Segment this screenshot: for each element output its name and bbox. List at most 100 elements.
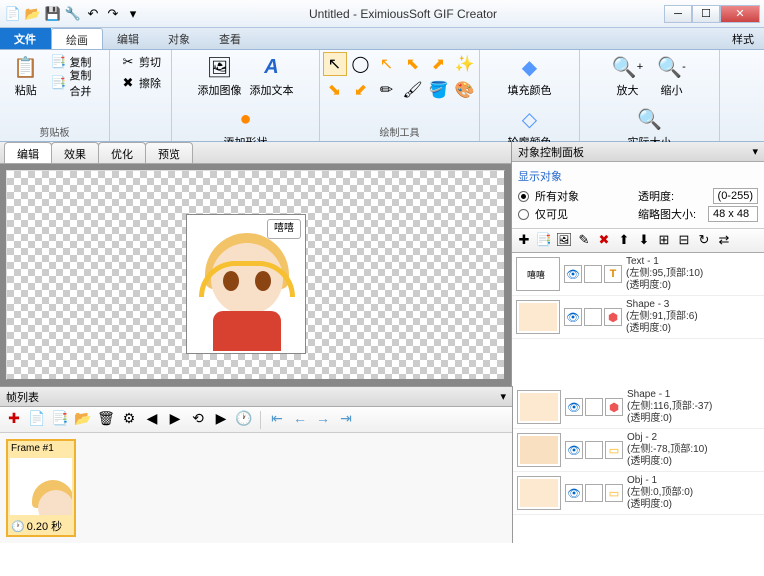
frame-del-icon[interactable]: 🗑 [96, 410, 116, 430]
visibility-toggle[interactable]: 👁 [565, 484, 583, 502]
fill-color-button[interactable]: ◆填充颜色 [506, 52, 554, 100]
frame-1-time: 🕐0.20 秒 [8, 517, 74, 535]
obj-edit-icon[interactable]: ✎ [575, 232, 593, 250]
close-button[interactable]: ✕ [720, 5, 760, 23]
cut-button[interactable]: ✂剪切 [117, 52, 164, 72]
ribbon-group-cut: ✂剪切 ✖擦除 [110, 50, 172, 141]
etab-effect[interactable]: 效果 [51, 142, 99, 163]
zoom-in-button[interactable]: 🔍+放大 [608, 52, 648, 100]
obj-back-icon[interactable]: ⬇ [635, 232, 653, 250]
frame-1[interactable]: Frame #1 🕐0.20 秒 [6, 439, 76, 537]
panel-dropdown-icon[interactable]: ▾ [752, 145, 758, 158]
ribbon-group-drawtools: ↖ ◯ ↖ ⬉ ⬈ ✨ ⬊ ⬋ ✏ 🖌 🪣 🎨 绘制工具 [320, 50, 480, 141]
obj-ungroup-icon[interactable]: ⊟ [675, 232, 693, 250]
frame-prop-icon[interactable]: ⚙ [119, 410, 139, 430]
erase-button[interactable]: ✖擦除 [117, 73, 164, 93]
frame-add-icon[interactable]: ✚ [4, 410, 24, 430]
redo-icon[interactable]: ↷ [104, 5, 122, 23]
ribbon: 📋粘贴 📑复制 📑复制合并 剪贴板 ✂剪切 ✖擦除 🖼添加图像 A添加文本 ●添… [0, 50, 764, 142]
canvas[interactable]: 嘻嘻 [0, 164, 511, 386]
save-icon[interactable]: 💾 [44, 5, 62, 23]
etab-preview[interactable]: 预览 [145, 142, 193, 163]
tab-edit[interactable]: 编辑 [103, 28, 154, 49]
paste-button[interactable]: 📋粘贴 [6, 52, 45, 100]
speech-bubble[interactable]: 嘻嘻 [267, 219, 301, 239]
obj-rotate-icon[interactable]: ↻ [695, 232, 713, 250]
draw2-icon[interactable]: ⬋ [349, 78, 373, 102]
object-thumb: 嘻嘻 [516, 257, 560, 291]
visibility-toggle[interactable]: 👁 [565, 441, 583, 459]
lock-toggle[interactable] [585, 398, 603, 416]
obj-copy-icon[interactable]: 📑 [535, 232, 553, 250]
frame-play-icon[interactable]: ▶ [211, 410, 231, 430]
minimize-button[interactable]: ─ [664, 5, 692, 23]
opacity-input[interactable]: (0-255) [713, 188, 758, 204]
tab-file[interactable]: 文件 [0, 28, 51, 49]
frame-left-icon[interactable]: ◀ [142, 410, 162, 430]
lock-toggle[interactable] [584, 265, 602, 283]
radio-visible[interactable] [518, 209, 529, 220]
wand-tool-icon[interactable]: ✨ [453, 52, 477, 76]
object-item-2[interactable]: 👁⬢ Shape - 1(左侧:116,顶部:-37)(透明度:0) [513, 386, 764, 429]
object-item-1[interactable]: 👁⬢ Shape - 3(左侧:91,顶部:6)(透明度:0) [512, 296, 764, 339]
frames-dropdown-icon[interactable]: ▾ [500, 390, 506, 403]
lock-toggle[interactable] [585, 441, 603, 459]
frame-time-icon[interactable]: 🕐 [234, 410, 254, 430]
frame-rev-icon[interactable]: ⟲ [188, 410, 208, 430]
etab-optimize[interactable]: 优化 [98, 142, 146, 163]
new-icon[interactable]: 📄 [4, 5, 22, 23]
etab-edit[interactable]: 编辑 [4, 142, 52, 163]
arrow2-icon[interactable]: ⬉ [401, 52, 425, 76]
palette-tool-icon[interactable]: 🎨 [453, 78, 477, 102]
tab-draw[interactable]: 绘画 [51, 28, 103, 49]
qat-dropdown-icon[interactable]: ▾ [124, 5, 142, 23]
tab-object[interactable]: 对象 [154, 28, 205, 49]
fill-tool-icon[interactable]: 🪣 [427, 78, 451, 102]
object-thumb [517, 433, 561, 467]
artwork-image[interactable]: 嘻嘻 [186, 214, 306, 354]
add-image-button[interactable]: 🖼添加图像 [196, 52, 244, 100]
frame-insert-icon[interactable]: 📄 [27, 410, 47, 430]
brush-tool-icon[interactable]: 🖌 [401, 78, 425, 102]
tab-style[interactable]: 样式 [722, 28, 764, 49]
frame-first-icon[interactable]: ⇤ [267, 410, 287, 430]
thumbsize-select[interactable]: 48 x 48 [708, 206, 758, 222]
obj-front-icon[interactable]: ⬆ [615, 232, 633, 250]
pencil-tool-icon[interactable]: ✏ [375, 78, 399, 102]
visibility-toggle[interactable]: 👁 [564, 265, 582, 283]
radio-all[interactable] [518, 191, 529, 202]
type-icon: T [604, 265, 622, 283]
arrow1-icon[interactable]: ↖ [375, 52, 399, 76]
obj-flip-icon[interactable]: ⇄ [715, 232, 733, 250]
visibility-toggle[interactable]: 👁 [565, 398, 583, 416]
frame-folder-icon[interactable]: 📂 [73, 410, 93, 430]
open-icon[interactable]: 📂 [24, 5, 42, 23]
undo-icon[interactable]: ↶ [84, 5, 102, 23]
zoom-out-button[interactable]: 🔍-缩小 [652, 52, 692, 100]
lock-toggle[interactable] [585, 484, 603, 502]
tab-view[interactable]: 查看 [205, 28, 256, 49]
obj-new-icon[interactable]: ✚ [515, 232, 533, 250]
select-tool-icon[interactable]: ↖ [323, 52, 347, 76]
text-icon: A [259, 54, 285, 80]
arrow3-icon[interactable]: ⬈ [427, 52, 451, 76]
visibility-toggle[interactable]: 👁 [564, 308, 582, 326]
wizard-icon[interactable]: 🔧 [64, 5, 82, 23]
object-item-4[interactable]: 👁▭ Obj - 1(左侧:0,顶部:0)(透明度:0) [513, 472, 764, 515]
object-item-0[interactable]: 嘻嘻 👁T Text - 1(左侧:95,顶部:10)(透明度:0) [512, 253, 764, 296]
draw1-icon[interactable]: ⬊ [323, 78, 347, 102]
obj-image-icon[interactable]: 🖼 [555, 232, 573, 250]
frame-last-icon[interactable]: ⇥ [336, 410, 356, 430]
maximize-button[interactable]: ☐ [692, 5, 720, 23]
object-item-3[interactable]: 👁▭ Obj - 2(左侧:-78,顶部:10)(透明度:0) [513, 429, 764, 472]
frame-dup-icon[interactable]: 📑 [50, 410, 70, 430]
obj-group-icon[interactable]: ⊞ [655, 232, 673, 250]
lasso-tool-icon[interactable]: ◯ [349, 52, 373, 76]
frame-prev-icon[interactable]: ← [290, 410, 310, 430]
frame-next-icon[interactable]: → [313, 410, 333, 430]
add-text-button[interactable]: A添加文本 [248, 52, 296, 100]
merge-copy-button[interactable]: 📑复制合并 [47, 73, 103, 93]
lock-toggle[interactable] [584, 308, 602, 326]
obj-delete-icon[interactable]: ✖ [595, 232, 613, 250]
frame-right-icon[interactable]: ▶ [165, 410, 185, 430]
